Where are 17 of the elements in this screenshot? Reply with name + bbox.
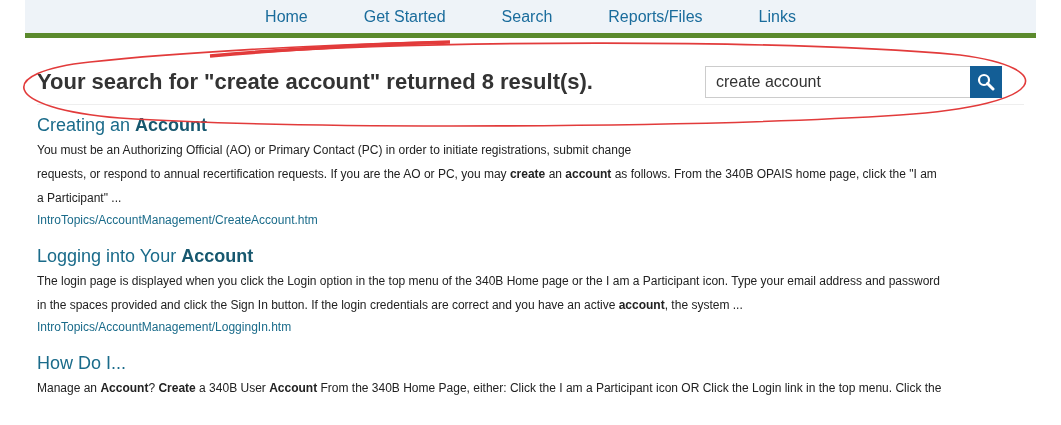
result-path-link[interactable]: IntroTopics/AccountManagement/CreateAccount.htm (37, 213, 318, 227)
result-snippet: Manage an Account? Create a 340B User Account From the 340B Home Page, either: Click the I am a Participant icon OR Click the Login link in the top menu. Click the (37, 380, 943, 397)
nav-link[interactable]: Links (730, 0, 824, 33)
nav-link[interactable]: Get Started (335, 0, 474, 33)
result-snippet: The login page is displayed when you click the Login option in the top menu of the 340B Home page or the I am a Participant icon. Type your email address and password in the spaces provided and click the Sign In button. If the login credentials are correct and you have an active account, the system ... (37, 273, 941, 314)
result-title-link[interactable]: How Do I... (37, 353, 127, 374)
nav-link[interactable]: Reports/Files (580, 0, 731, 33)
search-results-heading: Your search for "create account" returned 8 result(s). (37, 69, 593, 95)
search-field[interactable]: create account (705, 66, 970, 98)
result-title-link[interactable]: Creating an Account (37, 115, 208, 136)
search-button[interactable] (970, 66, 1002, 98)
result-path-link[interactable]: IntroTopics/AccountManagement/LoggingIn.htm (37, 320, 292, 334)
result-title-link[interactable]: Logging into Your Account (37, 246, 254, 267)
nav-link[interactable]: Search (473, 0, 581, 33)
result-snippet: You must be an Authorizing Official (AO) or Primary Contact (PC) in order to initiate registrations, submit change requests, or respond to annual recertification requests. If you are the AO or PC, you may create an account as follows. From the 340B OPAIS home page, click the "I am a Participant" ... (37, 142, 938, 207)
nav-link[interactable]: Home (237, 0, 336, 33)
search-icon (977, 73, 995, 91)
